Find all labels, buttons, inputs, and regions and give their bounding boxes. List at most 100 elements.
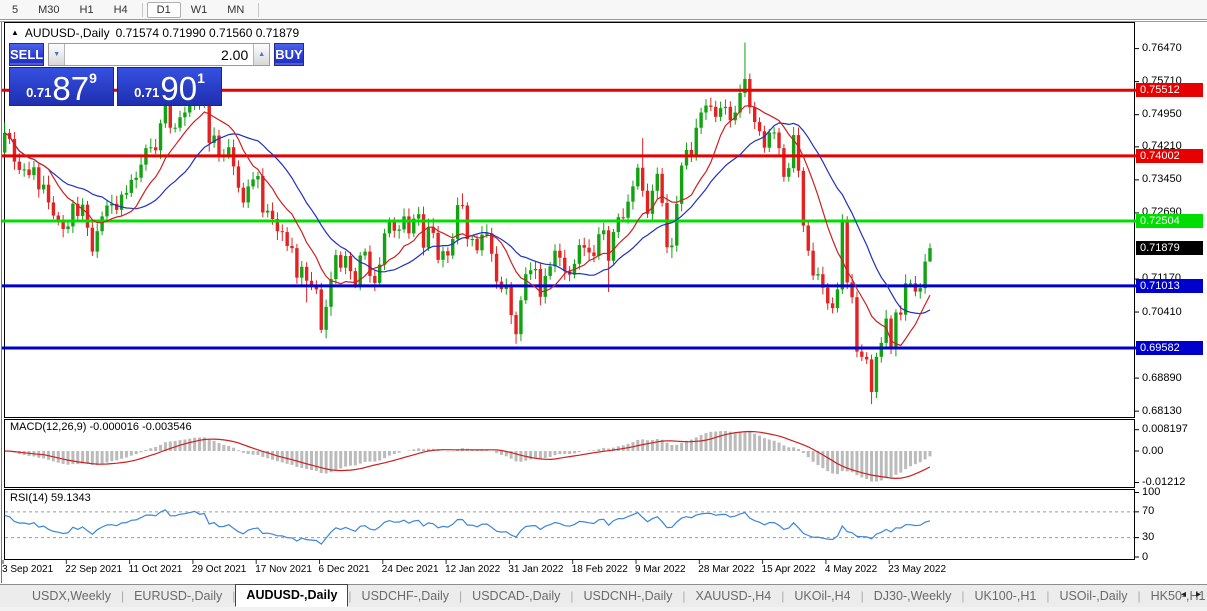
candle (270, 210, 275, 220)
candle (811, 250, 815, 276)
candle (558, 250, 562, 258)
sell-button[interactable]: SELL (9, 43, 45, 66)
buy-price-panel[interactable]: 0.71 90 1 (117, 67, 222, 106)
candle (650, 190, 655, 214)
candle (324, 306, 328, 330)
volume-control: ▼ ▲ (48, 43, 271, 66)
buy-price-big-digits: 90 (160, 69, 198, 107)
candle (665, 202, 669, 248)
candle (265, 210, 270, 213)
candle (553, 250, 557, 267)
candle (46, 184, 51, 203)
tab-usdchf-daily[interactable]: USDCHF-,Daily (352, 587, 460, 605)
candle (17, 161, 22, 170)
sell-price-pip-digit: 9 (89, 70, 97, 86)
chart-ohlc-values: 0.71574 0.71990 0.71560 0.71879 (115, 26, 300, 40)
volume-input[interactable] (65, 44, 254, 65)
macd-indicator-label: MACD(12,26,9) -0.000016 -0.003546 (10, 421, 192, 433)
candle (387, 220, 392, 234)
candle (3, 132, 7, 153)
candle (679, 165, 684, 204)
candle (451, 238, 455, 256)
candle (694, 127, 698, 157)
candle (509, 286, 513, 316)
candle (636, 167, 640, 187)
candle (582, 245, 586, 248)
tab-scroll-left-icon[interactable]: ◂ (1181, 589, 1186, 600)
candle (426, 227, 431, 248)
candle (640, 167, 645, 191)
candle (806, 225, 810, 251)
tab-xauusd-h4[interactable]: XAUUSD-,H4 (686, 587, 782, 605)
candle (41, 184, 46, 190)
candle (699, 112, 703, 128)
candle (538, 268, 543, 297)
candle (90, 227, 95, 252)
candle (587, 247, 591, 253)
candle (236, 166, 241, 188)
sell-price-panel[interactable]: 0.71 87 9 (9, 67, 114, 106)
tab-audusd-daily[interactable]: AUDUSD-,Daily (235, 583, 349, 607)
candle (777, 132, 781, 149)
one-click-trading-widget: SELL ▼ ▲ BUY 0.71 87 9 0.71 90 1 (9, 43, 304, 106)
tab-uk100-h1[interactable]: UK100-,H1 (964, 587, 1046, 605)
buy-button[interactable]: BUY (274, 43, 304, 66)
tab-usdcad-daily[interactable]: USDCAD-,Daily (462, 587, 570, 605)
candle (718, 108, 723, 117)
macd-signal-line (4, 430, 931, 480)
candle (684, 149, 689, 166)
collapse-triangle-icon[interactable]: ▲ (11, 29, 19, 37)
candle (373, 275, 377, 283)
candle (319, 289, 323, 330)
candle (139, 164, 143, 178)
candle (416, 214, 421, 219)
candle (329, 278, 333, 307)
macd-tick-label: 0.00 (1142, 444, 1164, 457)
candle (407, 216, 411, 234)
candle (71, 203, 75, 227)
candle (626, 201, 630, 218)
date-tick-label: 22 Sep 2021 (65, 564, 123, 575)
volume-decrease-button[interactable]: ▼ (49, 44, 66, 65)
rsi-indicator-label: RSI(14) 59.1343 (10, 492, 91, 504)
rsi-tick-label: 30 (1142, 531, 1155, 544)
candle (256, 175, 260, 180)
candle (889, 318, 893, 350)
price-panels-row: 0.71 87 9 0.71 90 1 (9, 67, 222, 106)
tab-ukoil-h4[interactable]: UKOil-,H4 (784, 587, 860, 605)
rsi-tick-label: 0 (1142, 550, 1149, 563)
candle (577, 245, 582, 264)
price-tick-label: 0.68130 (1142, 404, 1182, 417)
candle (163, 105, 168, 124)
candle (475, 238, 479, 251)
price-tick-label: 0.76470 (1142, 42, 1182, 55)
candle (149, 147, 153, 149)
date-tick-label: 3 Sep 2021 (2, 564, 54, 575)
date-tick-label: 4 May 2022 (824, 564, 878, 575)
date-tick-label: 12 Jan 2022 (445, 564, 501, 575)
date-tick-label: 18 Feb 2022 (571, 564, 628, 575)
tab-dj30-weekly[interactable]: DJ30-,Weekly (864, 587, 962, 605)
candle (441, 251, 445, 260)
volume-increase-button[interactable]: ▲ (253, 44, 270, 65)
candle (801, 170, 806, 226)
tab-eurusd-daily[interactable]: EURUSD-,Daily (124, 587, 232, 605)
candle (748, 79, 752, 108)
date-tick-label: 9 Mar 2022 (635, 564, 686, 575)
price-level-label: 0.72504 (1136, 214, 1203, 228)
candle (533, 268, 538, 271)
candle (757, 122, 762, 132)
candle (304, 266, 309, 281)
candle (840, 219, 845, 290)
tab-usdx-weekly[interactable]: USDX,Weekly (22, 587, 121, 605)
tab-usoil-daily[interactable]: USOil-,Daily (1049, 587, 1137, 605)
candle (767, 132, 771, 148)
candle (105, 205, 109, 217)
date-tick-label: 24 Dec 2021 (381, 564, 439, 575)
tab-scroll-right-icon[interactable]: ▸ (1196, 589, 1201, 600)
candle (129, 179, 134, 193)
tab-usdcnh-daily[interactable]: USDCNH-,Daily (574, 587, 683, 605)
candle (460, 205, 465, 207)
candle (899, 312, 903, 315)
rsi-line (4, 509, 931, 545)
